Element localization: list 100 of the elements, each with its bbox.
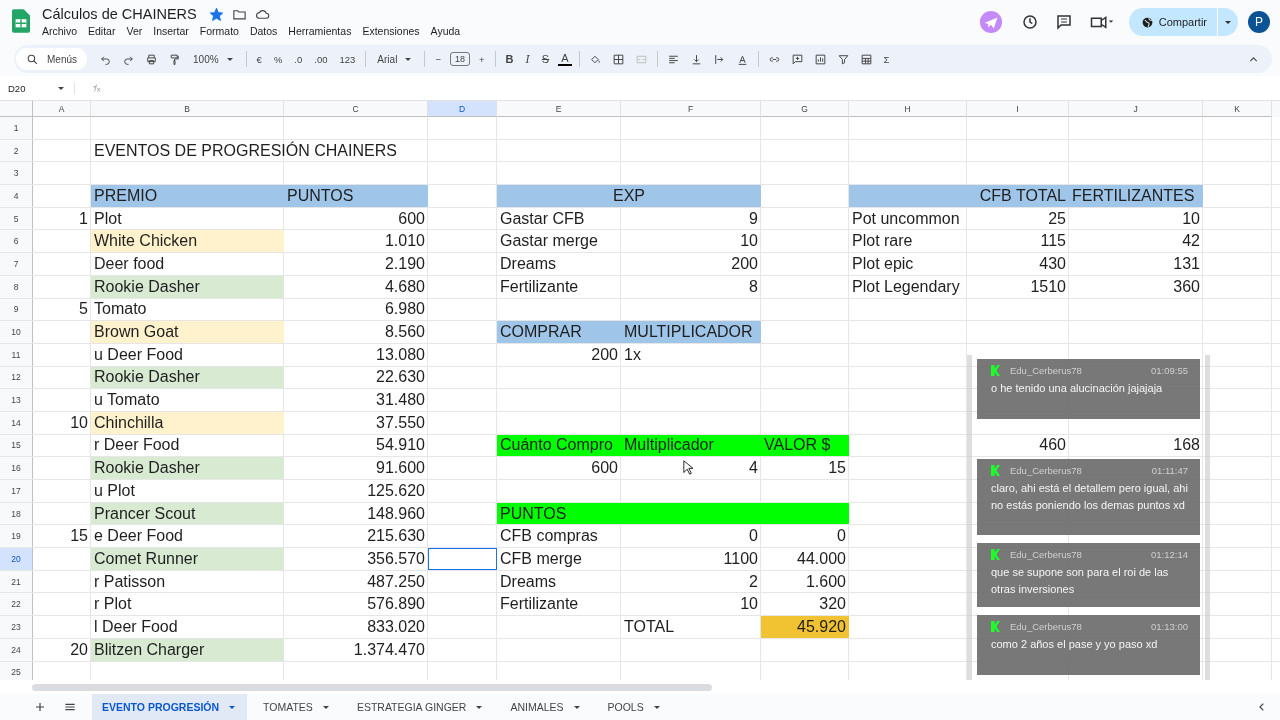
table-cell-text: 5 [78,299,89,320]
table-cell-text: 15 [827,458,847,479]
table-cell-text: CFB compras [499,526,599,547]
toolbar-dropdown[interactable]: 100% [189,53,239,65]
row-header[interactable]: 8 [0,275,33,298]
table-cell-text: 1510 [1029,276,1067,297]
table-cell-text: 2 [748,571,759,592]
font-size-field[interactable]: 18 [449,52,470,66]
table-cell: COMPRAR [497,321,621,343]
sheet-tab[interactable]: ESTRATEGIA GINGER [346,694,495,720]
share-options-button[interactable] [1218,8,1238,36]
toolbar-button[interactable]: − [432,53,444,65]
toolbar-button[interactable]: A [558,52,572,66]
row-header[interactable]: 19 [0,525,33,548]
row-header[interactable]: 16 [0,457,33,479]
row-header[interactable]: 15 [0,434,33,457]
row-header[interactable]: 24 [0,638,33,661]
comment-icon[interactable] [1054,13,1073,31]
row-header[interactable]: 9 [0,298,33,321]
horizontal-scrollbar[interactable] [32,683,712,691]
table-cell-text: 1.374.470 [352,639,426,660]
add-comment-icon[interactable] [790,52,804,66]
toolbar-button[interactable]: .0 [291,53,306,65]
table-cell-text: Dreams [499,253,557,274]
borders-icon[interactable] [611,52,625,66]
account-avatar[interactable]: P [1248,11,1270,33]
menu-item[interactable]: Archivo [42,25,77,37]
toolbar-button[interactable]: I [522,52,533,66]
text-wrap-icon[interactable] [712,52,726,66]
menu-item[interactable]: Ayuda [430,25,461,37]
row-header[interactable]: 1 [0,117,33,139]
row-header[interactable]: 3 [0,162,33,185]
table-cell-text: Plot [93,208,123,229]
chat-username: Edu_Cerberus78 [1010,365,1082,376]
row-header[interactable]: 2 [0,139,33,162]
row-header[interactable]: 23 [0,616,33,638]
toolbar-button[interactable]: B [502,53,517,65]
row-header[interactable]: 22 [0,593,33,616]
toolbar-button[interactable]: Σ [880,53,893,65]
column-header[interactable]: D [428,101,497,117]
table-cell: Chinchilla [91,411,284,434]
selected-cell[interactable] [428,548,497,570]
row-header[interactable]: 4 [0,185,33,207]
row-header[interactable]: 5 [0,207,33,230]
row-header[interactable]: 14 [0,411,33,434]
name-box[interactable]: D20 [0,82,75,94]
row-header[interactable]: 12 [0,366,33,389]
sheet-tab[interactable]: POOLS [597,694,672,720]
toolbar-button[interactable]: % [270,53,286,65]
table-cell: Prancer Scout [91,502,284,525]
row-header[interactable]: 11 [0,343,33,366]
row-header[interactable]: 18 [0,502,33,525]
menu-item[interactable]: Insertar [153,25,189,37]
history-icon[interactable] [1020,13,1039,31]
table-icon[interactable] [859,52,873,66]
row-header[interactable]: 17 [0,480,33,502]
table-cell-text: 125.620 [366,480,426,501]
row-header[interactable]: 6 [0,230,33,253]
sheet-tab[interactable]: ANIMALES [500,694,592,720]
toolbar-button[interactable]: + [475,53,488,65]
menu-item[interactable]: Ver [126,25,143,37]
menu-item[interactable]: Herramientas [288,25,352,37]
chat-time: 01:12:14 [1151,549,1188,560]
chat-text: o he tenido una alucinación jajajaja [991,381,1164,396]
toolbar-button[interactable]: .00 [311,53,331,65]
row-header[interactable]: 13 [0,389,33,411]
toolbar-button[interactable]: S [538,53,553,65]
table-cell: CFB TOTAL [967,185,1069,207]
table-cell-text: Gastar CFB [499,208,586,229]
toolbar-button[interactable]: € [253,53,265,65]
table-cell-text: Dreams [499,571,557,592]
menu-search-field[interactable]: Menús [16,48,87,70]
mouse-pointer-icon [683,460,693,475]
menu-item[interactable]: Datos [249,25,278,37]
filter-icon[interactable] [836,52,850,66]
chat-username: Edu_Cerberus78 [1010,465,1082,476]
share-button[interactable]: Compartir [1128,8,1217,36]
sheet-tab[interactable]: TOMATES [253,694,341,720]
row-header[interactable]: 10 [0,321,33,343]
table-cell-text: 10 [739,594,759,615]
table-cell-text: 31.480 [375,390,426,411]
table-cell-text: 600 [397,208,426,229]
row-header[interactable]: 7 [0,253,33,275]
print-icon[interactable] [145,52,158,66]
menu-item[interactable]: Extensiones [362,25,420,37]
document-title[interactable]: Cálculos de CHAINERS [42,6,197,22]
row-header[interactable]: 20 [0,548,33,570]
toolbar-dropdown[interactable]: Arial [373,53,418,65]
paint-roller-icon[interactable] [168,52,181,66]
sheet-tab[interactable]: EVENTO PROGRESIÓN [92,694,248,720]
video-camera-icon[interactable] [1088,13,1115,31]
table-cell-text: 13.080 [375,344,426,365]
star-icon[interactable] [208,6,224,22]
table-cell-text: 4.680 [383,276,426,297]
sheets-logo-icon[interactable] [12,9,30,33]
menu-item[interactable]: Formato [199,25,239,37]
chart-icon[interactable] [813,52,827,66]
toolbar-button[interactable]: 123 [336,53,359,65]
row-header[interactable]: 21 [0,570,33,593]
menu-item[interactable]: Editar [88,25,116,37]
